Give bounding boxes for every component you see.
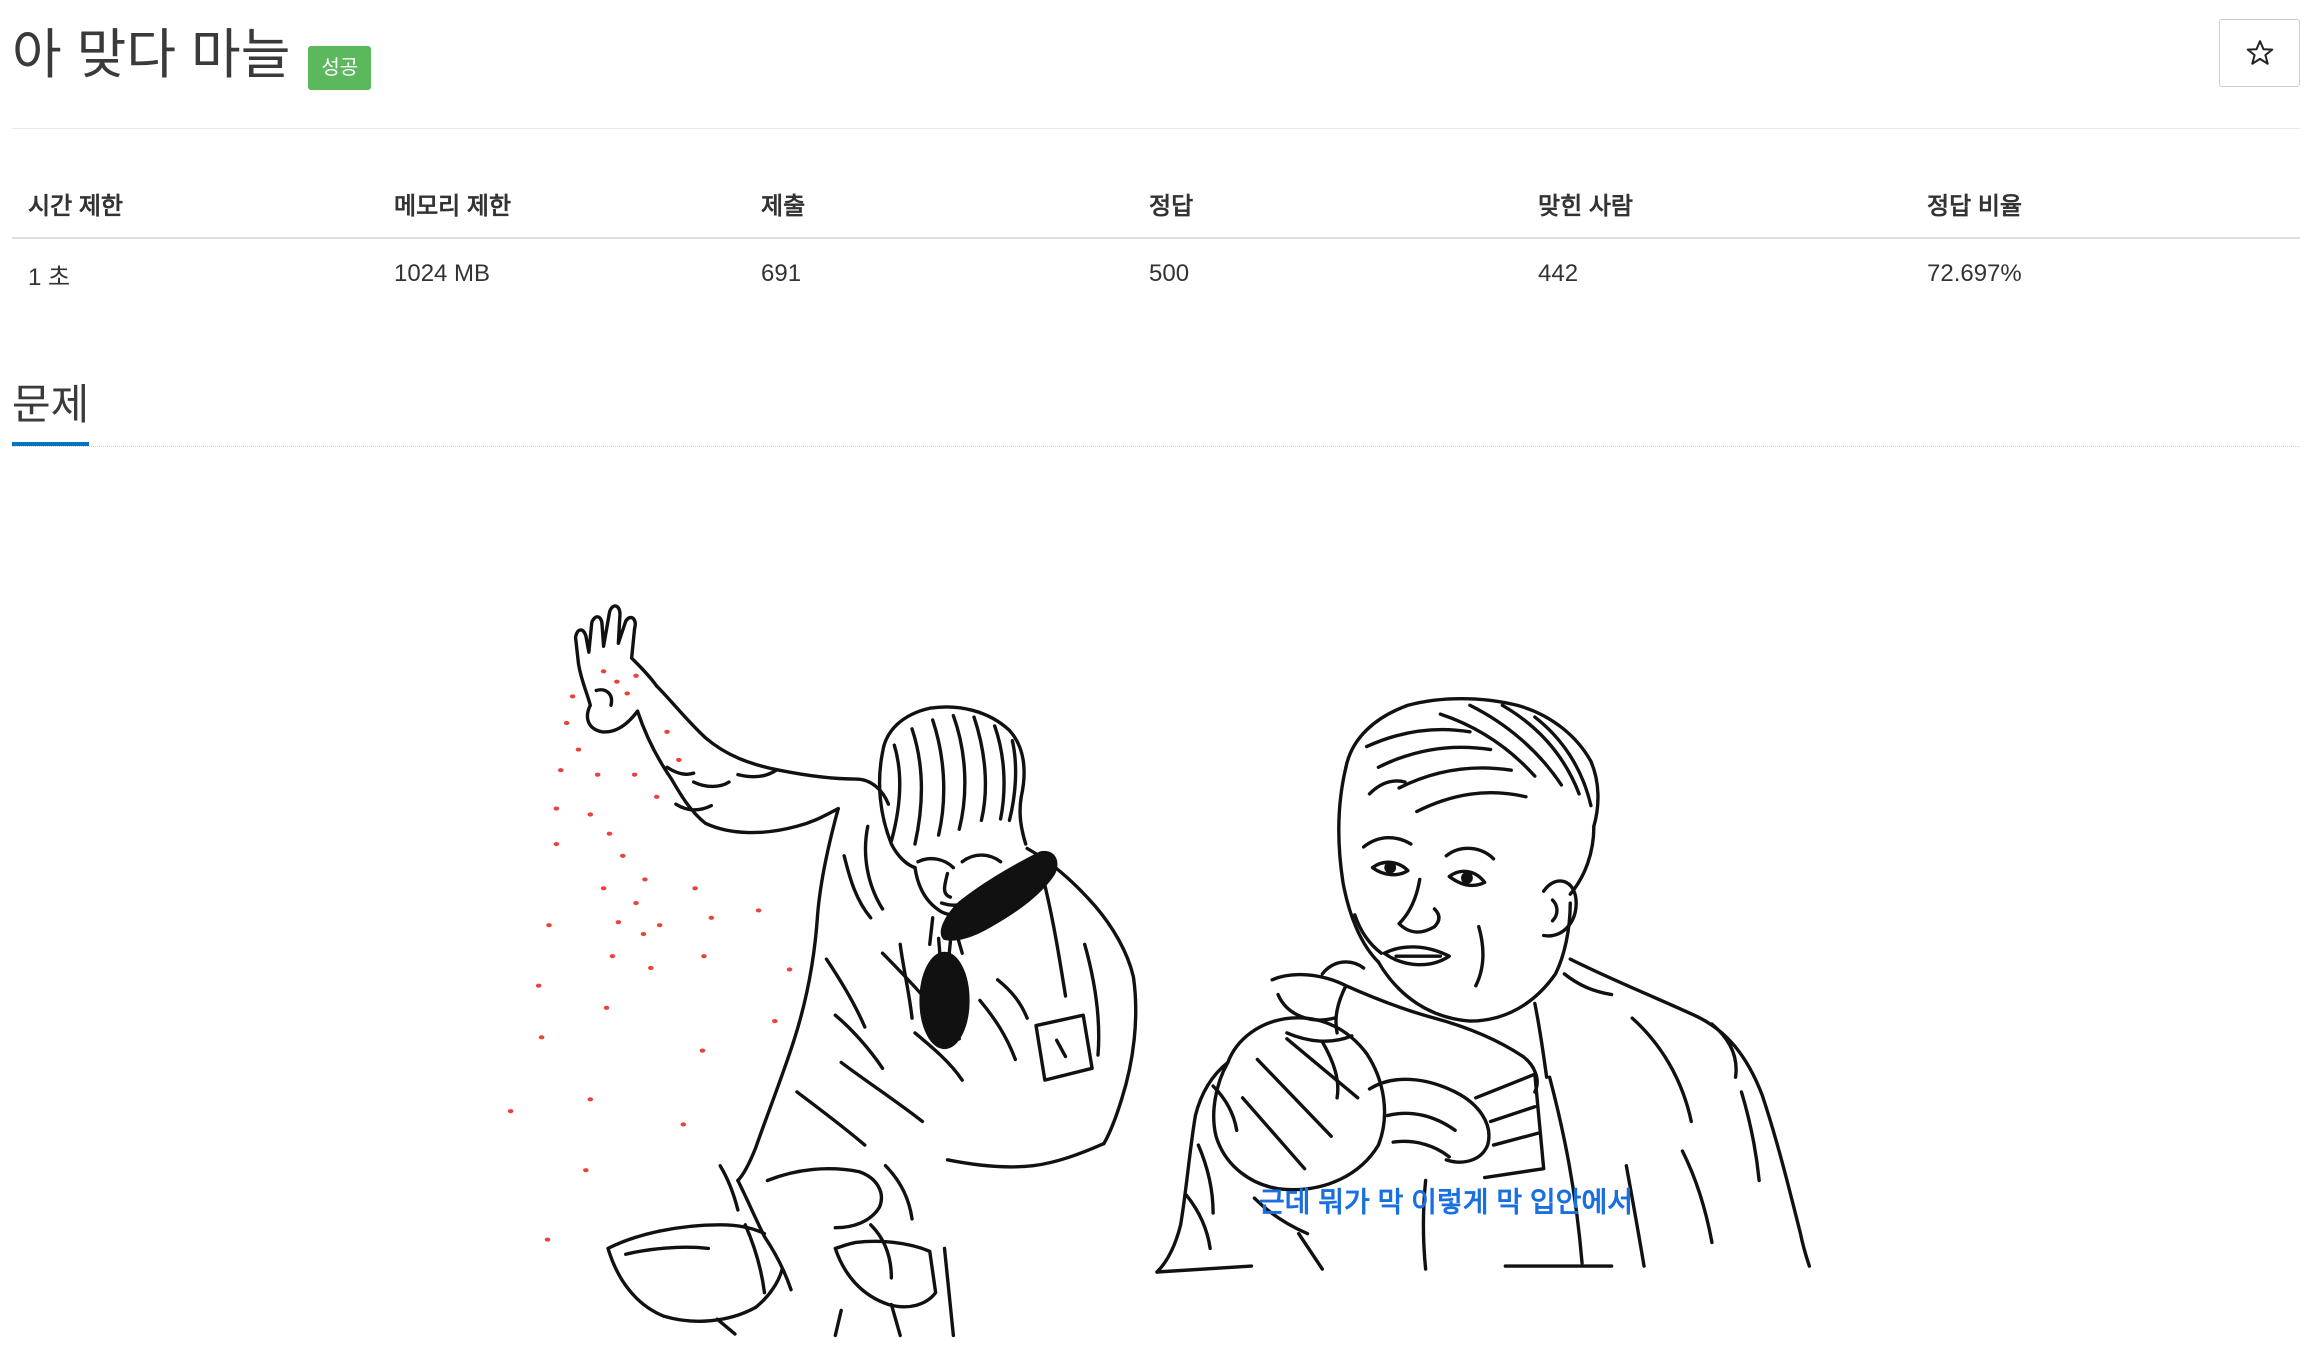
salt-grain — [680, 1122, 687, 1127]
salt-grain — [603, 1005, 610, 1010]
header-submissions: 제출 — [745, 170, 1133, 239]
left-arm — [1155, 1060, 1325, 1274]
salt-grain — [569, 694, 576, 699]
salt-grain — [544, 1237, 551, 1242]
salt-grain — [633, 673, 639, 678]
salt-grain — [587, 812, 594, 817]
hair — [1344, 696, 1600, 828]
salt-grain — [642, 877, 648, 882]
salt-grain — [656, 923, 663, 928]
cell-memory-limit: 1024 MB — [394, 260, 491, 287]
status-badge: 성공 — [308, 46, 372, 90]
meat — [1212, 1016, 1387, 1192]
salt-grain — [708, 915, 715, 920]
illustration-caption: 근데 뭐가 막 이렇게 막 입안에서 — [1259, 1186, 1633, 1217]
torso — [736, 806, 914, 1183]
salt-grain — [640, 931, 647, 937]
salt-grain — [609, 954, 616, 959]
salt-grain — [553, 841, 560, 847]
salt-grain — [594, 772, 601, 777]
raised-arm — [635, 684, 891, 835]
salt-grain — [701, 954, 707, 959]
header-memory-limit: 메모리 제한 — [378, 170, 745, 239]
salt-grain — [553, 806, 560, 811]
header-accepted: 정답 — [1133, 170, 1522, 239]
salt-grain — [546, 923, 552, 928]
table-row: 1 초 1024 MB 691 500 442 72.697% — [12, 238, 2300, 309]
cell-submissions: 691 — [761, 260, 802, 287]
salt-grain — [507, 1109, 514, 1114]
upper-hand — [1270, 960, 1539, 1094]
face — [1353, 836, 1496, 988]
salt-grain — [615, 920, 622, 925]
problem-header: 아 맞다 마늘 성공 — [12, 18, 372, 92]
salt-grain — [676, 757, 682, 762]
problem-section-header: 문제 — [12, 366, 2300, 447]
right-pupil — [1461, 872, 1473, 884]
salt-grain — [583, 1168, 589, 1173]
salt-grain — [699, 1048, 706, 1053]
jaw-neck — [1376, 901, 1614, 1079]
favorite-button[interactable] — [2219, 19, 2300, 87]
problem-stats-table: 시간 제한 메모리 제한 제출 정답 맞힌 사람 정답 비율 1 초 1024 … — [12, 170, 2300, 309]
cell-time-limit: 1 초 — [28, 263, 71, 291]
problem-illustration: 근데 뭐가 막 이렇게 막 입안에서 — [507, 604, 1812, 1338]
salt-grain — [648, 965, 654, 971]
header-time-limit: 시간 제한 — [12, 170, 378, 239]
bowls — [606, 1223, 956, 1338]
page-title: 아 맞다 마늘 — [12, 25, 291, 85]
salt-grain — [606, 831, 613, 836]
cell-solved-users: 442 — [1538, 260, 1579, 287]
salt-sprinkler-figure — [573, 604, 1138, 1338]
cell-accept-ratio: 72.697% — [1927, 260, 2022, 287]
cell-accepted: 500 — [1149, 260, 1190, 287]
salt-grain — [600, 886, 607, 891]
salt-grain — [771, 1019, 778, 1024]
star-icon — [2246, 40, 2273, 65]
raised-hand — [573, 604, 659, 734]
header-accept-ratio: 정답 비율 — [1911, 170, 2300, 239]
salt-grain — [633, 900, 639, 906]
forearms — [718, 1141, 1106, 1295]
section-title: 문제 — [12, 366, 90, 446]
hair — [877, 705, 1028, 870]
arm-patch — [1034, 1013, 1094, 1082]
right-arm — [1025, 846, 1138, 1146]
salt-grain — [624, 691, 631, 696]
salt-grain — [692, 886, 698, 891]
header-divider — [12, 128, 2300, 129]
salt-grain — [664, 729, 670, 734]
salt-grain — [755, 908, 762, 913]
salt-grain — [557, 768, 564, 773]
salt-grain — [619, 853, 626, 858]
left-pupil — [1384, 861, 1397, 874]
beard — [940, 850, 1058, 941]
salt-grains — [507, 669, 793, 1242]
salt-grain — [600, 669, 607, 674]
salt-grain — [535, 983, 542, 988]
salt-grain — [614, 679, 620, 684]
problem-page: 아 맞다 마늘 성공 시간 제한 메모리 제한 제출 정답 맞힌 사람 정답 비… — [0, 0, 2307, 1351]
salt-grain — [653, 794, 660, 799]
table-header-row: 시간 제한 메모리 제한 제출 정답 맞힌 사람 정답 비율 — [12, 170, 2300, 239]
shirt-wrinkles — [795, 951, 1029, 1147]
salt-grain — [563, 720, 570, 726]
lower-hand — [1367, 1072, 1546, 1180]
salt-grain — [538, 1035, 545, 1040]
salt-grain — [786, 967, 793, 972]
salt-grain — [631, 772, 638, 777]
salt-grain — [575, 747, 582, 752]
salt-grain — [587, 1097, 594, 1102]
header-solved-users: 맞힌 사람 — [1522, 170, 1911, 239]
